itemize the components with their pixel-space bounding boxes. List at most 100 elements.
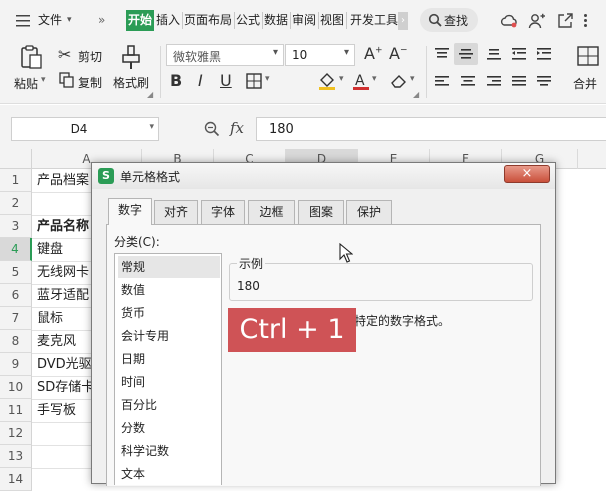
- dialog-launcher-icon[interactable]: ◢: [413, 90, 419, 99]
- cut-button[interactable]: 剪切: [78, 48, 102, 65]
- list-item[interactable]: 时间: [118, 371, 220, 393]
- row-header[interactable]: 10: [0, 376, 32, 399]
- search-button[interactable]: 查找: [420, 8, 478, 32]
- fill-color-icon[interactable]: [318, 71, 336, 91]
- bold-icon[interactable]: B: [170, 71, 182, 90]
- format-painter-label[interactable]: 格式刷: [113, 74, 149, 91]
- list-item[interactable]: 会计专用: [118, 325, 220, 347]
- file-menu[interactable]: 文件: [38, 10, 62, 31]
- cell-a11[interactable]: 手写板: [37, 399, 76, 422]
- cell-a4[interactable]: 键盘: [37, 238, 63, 261]
- tab-number[interactable]: 数字: [108, 198, 152, 225]
- tab-view[interactable]: 视图: [318, 10, 346, 31]
- border-icon[interactable]: [246, 73, 262, 89]
- row-header[interactable]: 11: [0, 399, 32, 422]
- tab-page-layout[interactable]: 页面布局: [182, 10, 234, 31]
- caret-down-icon[interactable]: ▾: [339, 74, 344, 84]
- cell-a8[interactable]: 麦克风: [37, 330, 76, 353]
- underline-icon[interactable]: U: [220, 71, 232, 90]
- caret-down-icon[interactable]: ▾: [265, 74, 270, 84]
- tab-formulas[interactable]: 公式: [234, 10, 262, 31]
- align-top-icon[interactable]: [434, 47, 450, 61]
- distributed-align-icon[interactable]: [536, 75, 552, 89]
- align-middle-button[interactable]: [454, 43, 478, 65]
- list-item[interactable]: 常规: [118, 256, 220, 278]
- caret-down-icon[interactable]: ▾: [410, 74, 415, 84]
- row-header[interactable]: 12: [0, 422, 32, 445]
- cell-a9[interactable]: DVD光驱: [37, 353, 92, 376]
- merge-cells-icon[interactable]: [576, 44, 600, 68]
- row-header[interactable]: 13: [0, 445, 32, 468]
- cell-a3[interactable]: 产品名称: [37, 215, 89, 238]
- row-header[interactable]: 6: [0, 284, 32, 307]
- copy-button[interactable]: 复制: [78, 74, 102, 91]
- copy-icon[interactable]: [59, 72, 75, 88]
- chevron-right-icon[interactable]: ›: [398, 12, 408, 30]
- cell-a7[interactable]: 鼠标: [37, 307, 63, 330]
- formula-input[interactable]: 180: [256, 117, 606, 141]
- fx-icon[interactable]: fx: [230, 119, 244, 137]
- justify-icon[interactable]: [511, 75, 527, 89]
- row-header[interactable]: 8: [0, 330, 32, 353]
- select-all-corner[interactable]: [0, 149, 32, 169]
- tab-font[interactable]: 字体: [201, 200, 245, 224]
- hamburger-icon[interactable]: [16, 10, 30, 31]
- close-button[interactable]: ×: [504, 165, 550, 183]
- italic-icon[interactable]: I: [198, 71, 203, 90]
- chevron-down-icon[interactable]: ▾: [67, 10, 72, 31]
- row-header[interactable]: 14: [0, 468, 32, 491]
- paste-label[interactable]: 粘贴: [14, 75, 38, 92]
- name-box[interactable]: D4 ▾: [11, 117, 159, 141]
- font-color-icon[interactable]: A: [352, 71, 370, 91]
- dialog-launcher-icon[interactable]: ◢: [147, 90, 153, 99]
- decrease-indent-icon[interactable]: [511, 47, 527, 61]
- cell-a6[interactable]: 蓝牙适配: [37, 284, 89, 307]
- list-item[interactable]: 数值: [118, 279, 220, 301]
- list-item[interactable]: 日期: [118, 348, 220, 370]
- cell-a5[interactable]: 无线网卡: [37, 261, 89, 284]
- list-item[interactable]: 分数: [118, 417, 220, 439]
- row-header[interactable]: 9: [0, 353, 32, 376]
- increase-indent-icon[interactable]: [536, 47, 552, 61]
- cloud-sync-icon[interactable]: [500, 12, 518, 30]
- cell-a1[interactable]: 产品档案: [37, 169, 89, 192]
- cell-a10[interactable]: SD存储卡: [37, 376, 94, 399]
- tab-home[interactable]: 开始: [126, 10, 155, 31]
- tab-data[interactable]: 数据: [262, 10, 290, 31]
- caret-down-icon[interactable]: ▾: [372, 74, 377, 84]
- list-item[interactable]: 货币: [118, 302, 220, 324]
- tab-review[interactable]: 审阅: [290, 10, 318, 31]
- dialog-titlebar[interactable]: S 单元格格式 ×: [92, 163, 555, 189]
- row-header[interactable]: 4: [0, 238, 32, 261]
- category-list[interactable]: 常规 数值 货币 会计专用 日期 时间 百分比 分数 科学记数 文本: [114, 253, 222, 485]
- align-left-icon[interactable]: [434, 75, 450, 89]
- font-name-select[interactable]: 微软雅黑 ▾: [166, 44, 284, 66]
- row-header[interactable]: 3: [0, 215, 32, 238]
- eraser-icon[interactable]: [390, 72, 408, 90]
- scissors-icon[interactable]: ✂: [58, 45, 71, 64]
- paste-icon[interactable]: [18, 44, 44, 70]
- row-header[interactable]: 2: [0, 192, 32, 215]
- list-item[interactable]: 百分比: [118, 394, 220, 416]
- increase-font-icon[interactable]: A+: [364, 44, 383, 63]
- align-right-icon[interactable]: [486, 75, 502, 89]
- list-item[interactable]: 科学记数: [118, 440, 220, 462]
- more-icon[interactable]: [584, 19, 587, 22]
- add-user-icon[interactable]: [528, 12, 546, 30]
- caret-down-icon[interactable]: ▾: [41, 75, 46, 85]
- list-item[interactable]: 文本: [118, 463, 220, 485]
- row-header[interactable]: 1: [0, 169, 32, 192]
- tab-protection[interactable]: 保护: [346, 200, 392, 224]
- tab-patterns[interactable]: 图案: [298, 200, 344, 224]
- format-painter-icon[interactable]: [120, 44, 142, 70]
- tab-alignment[interactable]: 对齐: [154, 200, 198, 224]
- more-tabs-icon[interactable]: »: [98, 10, 105, 31]
- align-center-icon[interactable]: [460, 75, 476, 89]
- decrease-font-icon[interactable]: A−: [389, 44, 408, 63]
- font-size-select[interactable]: 10 ▾: [285, 44, 355, 66]
- row-header[interactable]: 7: [0, 307, 32, 330]
- align-bottom-icon[interactable]: [486, 47, 502, 61]
- merge-button[interactable]: 合并: [573, 75, 597, 92]
- tab-insert[interactable]: 插入: [154, 10, 182, 31]
- zoom-icon[interactable]: [204, 121, 220, 137]
